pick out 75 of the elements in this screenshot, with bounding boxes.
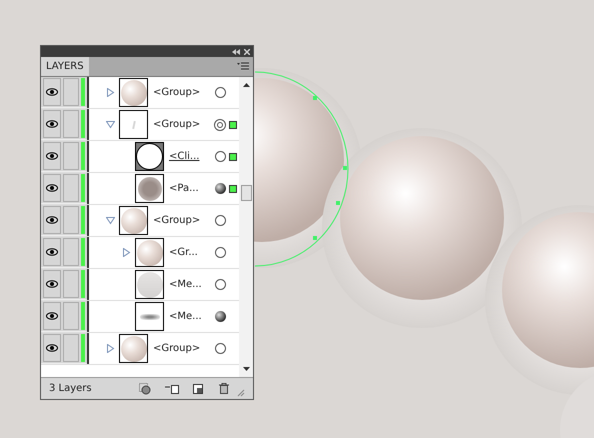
layer-color-bar	[81, 334, 85, 362]
layer-color-bar	[81, 238, 85, 266]
scroll-up-icon[interactable]	[242, 83, 250, 87]
layer-thumbnail	[119, 334, 148, 363]
eye-icon	[46, 184, 58, 192]
visibility-toggle[interactable]	[43, 78, 61, 106]
new-sublayer-icon[interactable]	[193, 384, 203, 394]
visibility-toggle[interactable]	[43, 270, 61, 298]
eye-icon	[46, 248, 58, 256]
layer-name[interactable]: <Pa...	[169, 181, 199, 196]
layer-color-bar	[81, 78, 85, 106]
eye-icon	[46, 312, 58, 320]
layer-thumbnail	[119, 206, 148, 235]
selection-square-icon[interactable]	[228, 152, 236, 160]
layer-name[interactable]: <Me...	[169, 309, 202, 324]
visibility-toggle[interactable]	[43, 110, 61, 138]
layer-color-bar	[81, 270, 85, 298]
lock-toggle[interactable]	[63, 174, 79, 202]
visibility-toggle[interactable]	[43, 238, 61, 266]
locate-object-icon[interactable]	[139, 382, 151, 394]
layer-thumbnail	[135, 270, 164, 299]
lock-toggle[interactable]	[63, 110, 79, 138]
trash-icon[interactable]	[219, 383, 229, 394]
visibility-toggle[interactable]	[43, 334, 61, 362]
lock-toggle[interactable]	[63, 270, 79, 298]
visibility-toggle[interactable]	[43, 142, 61, 170]
layer-color-bar	[81, 206, 85, 234]
layer-name[interactable]: <Me...	[169, 277, 202, 292]
eye-icon	[46, 152, 58, 160]
lock-toggle[interactable]	[63, 238, 79, 266]
layer-name[interactable]: <Group>	[153, 213, 200, 228]
collapsed-triangle-icon[interactable]	[106, 344, 115, 353]
layer-name[interactable]: <Group>	[153, 117, 200, 132]
layers-tab[interactable]: LAYERS	[41, 57, 89, 76]
lock-toggle[interactable]	[63, 78, 79, 106]
layer-name[interactable]: <Gr...	[169, 245, 198, 260]
layer-thumbnail	[135, 174, 164, 203]
target-double-circle-icon[interactable]	[214, 118, 226, 130]
layer-name[interactable]: <Group>	[153, 341, 200, 356]
layer-thumbnail	[135, 142, 164, 171]
scroll-thumb[interactable]	[240, 185, 252, 201]
selection-square-icon[interactable]	[228, 120, 236, 128]
layer-thumbnail	[135, 238, 164, 267]
collapse-icon[interactable]	[232, 48, 240, 54]
layer-color-bar	[81, 302, 85, 330]
layer-color-bar	[81, 110, 85, 138]
lock-toggle[interactable]	[63, 334, 79, 362]
layer-count: 3 Layers	[49, 382, 92, 396]
eye-icon	[46, 280, 58, 288]
resize-grip-icon[interactable]	[237, 389, 245, 397]
eye-icon	[46, 216, 58, 224]
lock-toggle[interactable]	[63, 302, 79, 330]
panel-menu-icon[interactable]	[237, 62, 249, 70]
close-icon[interactable]	[244, 48, 250, 54]
layer-name[interactable]: <Cli...	[169, 149, 200, 164]
visibility-toggle[interactable]	[43, 302, 61, 330]
selection-square-icon[interactable]	[228, 184, 236, 192]
lock-toggle[interactable]	[63, 206, 79, 234]
visibility-toggle[interactable]	[43, 206, 61, 234]
expanded-triangle-icon[interactable]	[106, 216, 115, 225]
scrollbar[interactable]	[239, 77, 253, 377]
layer-color-bar	[81, 142, 85, 170]
clipping-mask-icon[interactable]	[165, 383, 179, 394]
visibility-toggle[interactable]	[43, 174, 61, 202]
lock-toggle[interactable]	[63, 142, 79, 170]
eye-icon	[46, 88, 58, 96]
scroll-down-icon[interactable]	[242, 367, 250, 371]
expanded-triangle-icon[interactable]	[106, 120, 115, 129]
layer-color-bar	[81, 174, 85, 202]
layer-name[interactable]: <Group>	[153, 85, 200, 100]
eye-icon	[46, 344, 58, 352]
collapsed-triangle-icon[interactable]	[106, 88, 115, 97]
collapsed-triangle-icon[interactable]	[122, 248, 131, 257]
layer-thumbnail	[135, 302, 164, 331]
eye-icon	[46, 120, 58, 128]
